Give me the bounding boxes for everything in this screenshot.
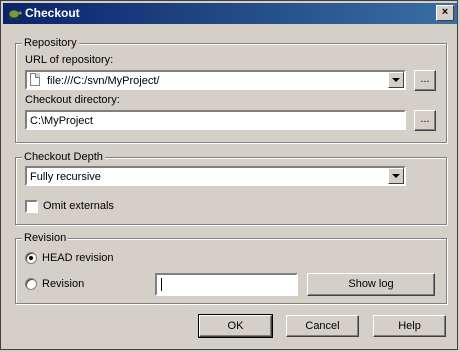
url-combobox[interactable]: file:///C:/svn/MyProject/ [25, 70, 406, 90]
url-label: URL of repository: [25, 54, 114, 66]
omit-externals-checkbox[interactable] [25, 200, 38, 213]
chevron-down-icon[interactable] [388, 168, 404, 184]
repository-legend: Repository [22, 37, 79, 50]
text-caret [161, 278, 162, 291]
ok-button[interactable]: OK [198, 314, 273, 338]
chevron-down-icon[interactable] [388, 72, 404, 88]
depth-select[interactable]: Fully recursive [25, 166, 406, 186]
show-log-button[interactable]: Show log [307, 273, 435, 296]
head-revision-radio[interactable] [25, 252, 37, 264]
revision-label[interactable]: Revision [42, 278, 84, 291]
checkout-depth-legend: Checkout Depth [22, 151, 105, 164]
tortoise-icon [8, 9, 22, 20]
title-bar[interactable]: Checkout × [3, 3, 457, 24]
cancel-button[interactable]: Cancel [286, 315, 359, 337]
dir-browse-button[interactable]: ... [414, 110, 436, 131]
help-button[interactable]: Help [373, 315, 446, 337]
url-browse-button[interactable]: ... [414, 70, 436, 91]
checkout-dir-label: Checkout directory: [25, 94, 120, 106]
revision-radio[interactable] [25, 278, 37, 290]
head-revision-label[interactable]: HEAD revision [42, 252, 114, 265]
revision-input[interactable] [155, 273, 298, 296]
close-icon: × [441, 6, 449, 18]
checkout-dir-value: C:\MyProject [30, 115, 93, 127]
checkout-dir-input[interactable]: C:\MyProject [25, 110, 406, 130]
omit-externals-label[interactable]: Omit externals [43, 200, 114, 213]
window-title: Checkout [25, 6, 80, 20]
revision-legend: Revision [22, 232, 69, 245]
checkout-dialog: Checkout × Repository URL of repository:… [0, 0, 458, 350]
depth-value: Fully recursive [30, 171, 101, 183]
close-button[interactable]: × [436, 5, 454, 21]
url-value: file:///C:/svn/MyProject/ [47, 75, 160, 87]
file-icon [30, 73, 40, 86]
